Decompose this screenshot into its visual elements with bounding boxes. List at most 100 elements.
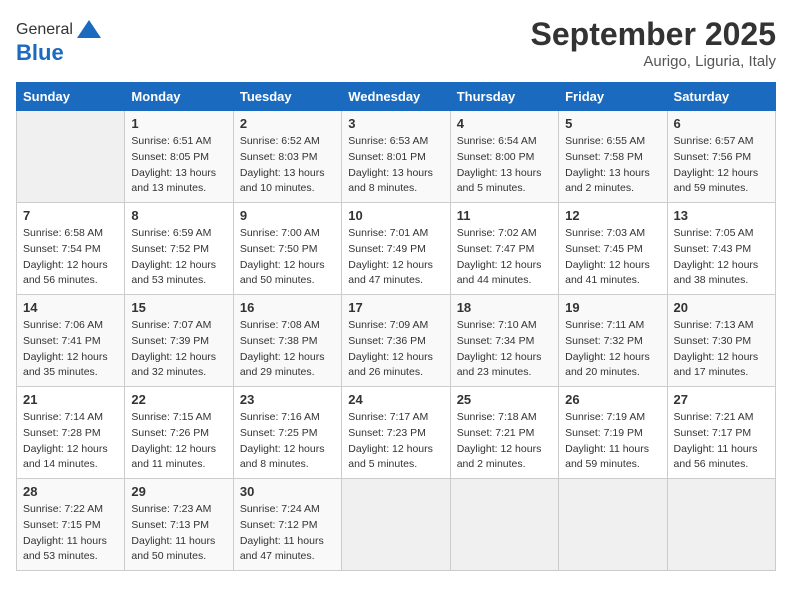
logo-general-text: General xyxy=(16,21,73,39)
title-block: September 2025 Aurigo, Liguria, Italy xyxy=(531,16,776,70)
day-info: Sunrise: 7:01 AMSunset: 7:49 PMDaylight:… xyxy=(348,226,443,289)
day-number: 16 xyxy=(240,300,335,315)
day-number: 21 xyxy=(23,392,118,407)
calendar-day-cell: 16Sunrise: 7:08 AMSunset: 7:38 PMDayligh… xyxy=(233,295,341,387)
day-info: Sunrise: 7:11 AMSunset: 7:32 PMDaylight:… xyxy=(565,318,660,381)
calendar-day-cell: 4 Sunrise: 6:54 AMSunset: 8:00 PMDaylight… xyxy=(450,111,558,203)
calendar-day-cell xyxy=(450,479,558,571)
day-number: 9 xyxy=(240,208,335,223)
calendar-day-cell: 1 Sunrise: 6:51 AMSunset: 8:05 PMDaylight… xyxy=(125,111,233,203)
calendar-day-cell: 7 Sunrise: 6:58 AMSunset: 7:54 PMDaylight… xyxy=(17,203,125,295)
day-number: 23 xyxy=(240,392,335,407)
day-number: 30 xyxy=(240,484,335,499)
day-number: 1 xyxy=(131,116,226,131)
day-number: 15 xyxy=(131,300,226,315)
calendar-day-cell: 24Sunrise: 7:17 AMSunset: 7:23 PMDayligh… xyxy=(342,387,450,479)
day-info: Sunrise: 7:18 AMSunset: 7:21 PMDaylight:… xyxy=(457,410,552,473)
calendar-day-cell: 9 Sunrise: 7:00 AMSunset: 7:50 PMDaylight… xyxy=(233,203,341,295)
day-info: Sunrise: 7:07 AMSunset: 7:39 PMDaylight:… xyxy=(131,318,226,381)
day-number: 22 xyxy=(131,392,226,407)
day-number: 25 xyxy=(457,392,552,407)
day-info: Sunrise: 6:54 AMSunset: 8:00 PMDaylight:… xyxy=(457,134,552,197)
day-info: Sunrise: 7:24 AMSunset: 7:12 PMDaylight:… xyxy=(240,502,335,565)
day-number: 7 xyxy=(23,208,118,223)
day-info: Sunrise: 7:16 AMSunset: 7:25 PMDaylight:… xyxy=(240,410,335,473)
calendar-day-cell: 10Sunrise: 7:01 AMSunset: 7:49 PMDayligh… xyxy=(342,203,450,295)
calendar-day-cell: 15 Sunrise: 7:07 AMSunset: 7:39 PMDayligh… xyxy=(125,295,233,387)
calendar-day-cell xyxy=(342,479,450,571)
calendar-day-cell: 20 Sunrise: 7:13 AMSunset: 7:30 PMDayligh… xyxy=(667,295,775,387)
day-number: 28 xyxy=(23,484,118,499)
day-info: Sunrise: 6:55 AMSunset: 7:58 PMDaylight:… xyxy=(565,134,660,197)
day-number: 8 xyxy=(131,208,226,223)
calendar-day-cell xyxy=(667,479,775,571)
day-number: 26 xyxy=(565,392,660,407)
day-number: 3 xyxy=(348,116,443,131)
day-of-week-header: Wednesday xyxy=(342,83,450,111)
day-info: Sunrise: 7:06 AMSunset: 7:41 PMDaylight:… xyxy=(23,318,118,381)
day-number: 13 xyxy=(674,208,769,223)
day-number: 12 xyxy=(565,208,660,223)
day-info: Sunrise: 7:19 AMSunset: 7:19 PMDaylight:… xyxy=(565,410,660,473)
day-info: Sunrise: 7:15 AMSunset: 7:26 PMDaylight:… xyxy=(131,410,226,473)
day-info: Sunrise: 7:21 AMSunset: 7:17 PMDaylight:… xyxy=(674,410,769,473)
calendar-day-cell: 21Sunrise: 7:14 AMSunset: 7:28 PMDayligh… xyxy=(17,387,125,479)
day-info: Sunrise: 7:03 AMSunset: 7:45 PMDaylight:… xyxy=(565,226,660,289)
calendar-day-cell: 25 Sunrise: 7:18 AMSunset: 7:21 PMDayligh… xyxy=(450,387,558,479)
day-info: Sunrise: 7:13 AMSunset: 7:30 PMDaylight:… xyxy=(674,318,769,381)
day-info: Sunrise: 7:05 AMSunset: 7:43 PMDaylight:… xyxy=(674,226,769,289)
calendar-day-cell xyxy=(17,111,125,203)
calendar-day-cell: 26 Sunrise: 7:19 AMSunset: 7:19 PMDayligh… xyxy=(559,387,667,479)
calendar-day-cell: 6 Sunrise: 6:57 AMSunset: 7:56 PMDaylight… xyxy=(667,111,775,203)
calendar-day-cell: 12 Sunrise: 7:03 AMSunset: 7:45 PMDayligh… xyxy=(559,203,667,295)
day-number: 14 xyxy=(23,300,118,315)
logo: General Blue xyxy=(16,16,103,66)
calendar-day-cell: 19 Sunrise: 7:11 AMSunset: 7:32 PMDayligh… xyxy=(559,295,667,387)
day-info: Sunrise: 6:57 AMSunset: 7:56 PMDaylight:… xyxy=(674,134,769,197)
calendar-week-row: 21Sunrise: 7:14 AMSunset: 7:28 PMDayligh… xyxy=(17,387,776,479)
calendar-week-row: 7 Sunrise: 6:58 AMSunset: 7:54 PMDaylight… xyxy=(17,203,776,295)
day-info: Sunrise: 7:10 AMSunset: 7:34 PMDaylight:… xyxy=(457,318,552,381)
day-number: 27 xyxy=(674,392,769,407)
day-number: 19 xyxy=(565,300,660,315)
location-subtitle: Aurigo, Liguria, Italy xyxy=(531,53,776,70)
day-info: Sunrise: 7:22 AMSunset: 7:15 PMDaylight:… xyxy=(23,502,118,565)
day-number: 6 xyxy=(674,116,769,131)
calendar-day-cell: 8 Sunrise: 6:59 AMSunset: 7:52 PMDaylight… xyxy=(125,203,233,295)
calendar-day-cell: 29Sunrise: 7:23 AMSunset: 7:13 PMDayligh… xyxy=(125,479,233,571)
day-number: 29 xyxy=(131,484,226,499)
calendar-day-cell: 28 Sunrise: 7:22 AMSunset: 7:15 PMDayligh… xyxy=(17,479,125,571)
day-number: 5 xyxy=(565,116,660,131)
day-info: Sunrise: 6:51 AMSunset: 8:05 PMDaylight:… xyxy=(131,134,226,197)
day-info: Sunrise: 6:58 AMSunset: 7:54 PMDaylight:… xyxy=(23,226,118,289)
calendar-day-cell: 14 Sunrise: 7:06 AMSunset: 7:41 PMDayligh… xyxy=(17,295,125,387)
day-of-week-header: Saturday xyxy=(667,83,775,111)
calendar-day-cell: 5 Sunrise: 6:55 AMSunset: 7:58 PMDaylight… xyxy=(559,111,667,203)
calendar-day-cell: 13 Sunrise: 7:05 AMSunset: 7:43 PMDayligh… xyxy=(667,203,775,295)
calendar-day-cell: 22 Sunrise: 7:15 AMSunset: 7:26 PMDayligh… xyxy=(125,387,233,479)
day-of-week-header: Thursday xyxy=(450,83,558,111)
day-of-week-header: Friday xyxy=(559,83,667,111)
day-info: Sunrise: 7:02 AMSunset: 7:47 PMDaylight:… xyxy=(457,226,552,289)
calendar-day-cell: 2 Sunrise: 6:52 AMSunset: 8:03 PMDaylight… xyxy=(233,111,341,203)
day-number: 4 xyxy=(457,116,552,131)
day-info: Sunrise: 7:09 AMSunset: 7:36 PMDaylight:… xyxy=(348,318,443,381)
day-number: 18 xyxy=(457,300,552,315)
day-info: Sunrise: 6:52 AMSunset: 8:03 PMDaylight:… xyxy=(240,134,335,197)
day-info: Sunrise: 6:53 AMSunset: 8:01 PMDaylight:… xyxy=(348,134,443,197)
day-number: 20 xyxy=(674,300,769,315)
day-number: 24 xyxy=(348,392,443,407)
calendar-table: SundayMondayTuesdayWednesdayThursdayFrid… xyxy=(16,82,776,571)
logo-icon xyxy=(75,16,103,44)
day-number: 17 xyxy=(348,300,443,315)
calendar-header-row: SundayMondayTuesdayWednesdayThursdayFrid… xyxy=(17,83,776,111)
calendar-day-cell: 17 Sunrise: 7:09 AMSunset: 7:36 PMDayligh… xyxy=(342,295,450,387)
day-info: Sunrise: 7:00 AMSunset: 7:50 PMDaylight:… xyxy=(240,226,335,289)
calendar-day-cell: 23 Sunrise: 7:16 AMSunset: 7:25 PMDayligh… xyxy=(233,387,341,479)
day-of-week-header: Sunday xyxy=(17,83,125,111)
calendar-day-cell: 3 Sunrise: 6:53 AMSunset: 8:01 PMDaylight… xyxy=(342,111,450,203)
calendar-day-cell: 27 Sunrise: 7:21 AMSunset: 7:17 PMDayligh… xyxy=(667,387,775,479)
day-number: 2 xyxy=(240,116,335,131)
day-info: Sunrise: 6:59 AMSunset: 7:52 PMDaylight:… xyxy=(131,226,226,289)
day-of-week-header: Monday xyxy=(125,83,233,111)
